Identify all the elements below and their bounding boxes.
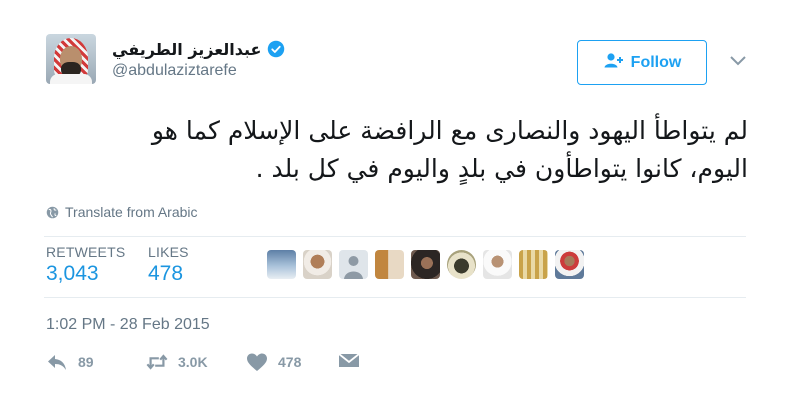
message-icon: [338, 353, 360, 367]
reply-button[interactable]: 89: [46, 352, 146, 372]
globe-icon: [46, 206, 59, 218]
like-count: 478: [278, 354, 302, 370]
liker-avatar[interactable]: [303, 250, 332, 279]
like-button[interactable]: 478: [246, 352, 338, 372]
liker-avatar[interactable]: [375, 250, 404, 279]
liker-avatar[interactable]: [339, 250, 368, 279]
follow-button-label: Follow: [630, 53, 682, 71]
tweet-text-line: لم يتواطأ اليهود والنصارى مع الرافضة على…: [151, 116, 748, 145]
likes-stat[interactable]: LIKES 478: [148, 244, 189, 286]
name-row: عبدالعزيز الطريفي: [112, 38, 285, 60]
retweet-icon: [146, 354, 168, 370]
verified-icon: [267, 40, 285, 58]
retweets-stat[interactable]: RETWEETS 3,043: [46, 244, 125, 286]
avatar-robe: [50, 74, 92, 84]
chevron-down-icon[interactable]: [729, 55, 747, 67]
likes-value: 478: [148, 262, 184, 285]
timestamp[interactable]: 1:02 PM - 28 Feb 2015: [46, 316, 210, 334]
user-handle[interactable]: @abdulaziztarefe: [112, 62, 237, 80]
follow-button[interactable]: Follow: [577, 40, 707, 85]
liker-avatar[interactable]: [483, 250, 512, 279]
retweets-value: 3,043: [46, 262, 99, 285]
action-bar: 89 3.0K 478: [46, 352, 360, 372]
tweet-card: عبدالعزيز الطريفي @abdulaziztarefe Follo…: [0, 0, 790, 409]
reply-icon: [48, 355, 66, 370]
liker-avatars: [267, 250, 584, 279]
retweets-label: RETWEETS: [46, 244, 126, 260]
tweet-text: لم يتواطأ اليهود والنصارى مع الرافضة على…: [44, 112, 748, 188]
reply-count: 89: [78, 354, 94, 370]
follow-person-plus-icon: [603, 52, 625, 73]
liker-avatar[interactable]: [447, 250, 476, 279]
liker-avatar[interactable]: [555, 250, 584, 279]
display-name[interactable]: عبدالعزيز الطريفي: [112, 40, 261, 59]
divider: [44, 236, 746, 237]
retweet-button[interactable]: 3.0K: [146, 352, 246, 372]
liker-avatar[interactable]: [411, 250, 440, 279]
direct-message-button[interactable]: [338, 352, 360, 372]
retweet-count: 3.0K: [178, 354, 208, 370]
translate-label: Translate from Arabic: [65, 204, 198, 220]
avatar[interactable]: [46, 34, 96, 84]
tweet-text-line: اليوم، كانوا يتواطأون في بلدٍ واليوم في …: [255, 154, 748, 183]
liker-avatar[interactable]: [267, 250, 296, 279]
divider: [44, 297, 746, 298]
liker-avatar[interactable]: [519, 250, 548, 279]
translate-link[interactable]: Translate from Arabic: [46, 204, 198, 220]
heart-icon: [247, 353, 267, 371]
likes-label: LIKES: [148, 244, 189, 260]
